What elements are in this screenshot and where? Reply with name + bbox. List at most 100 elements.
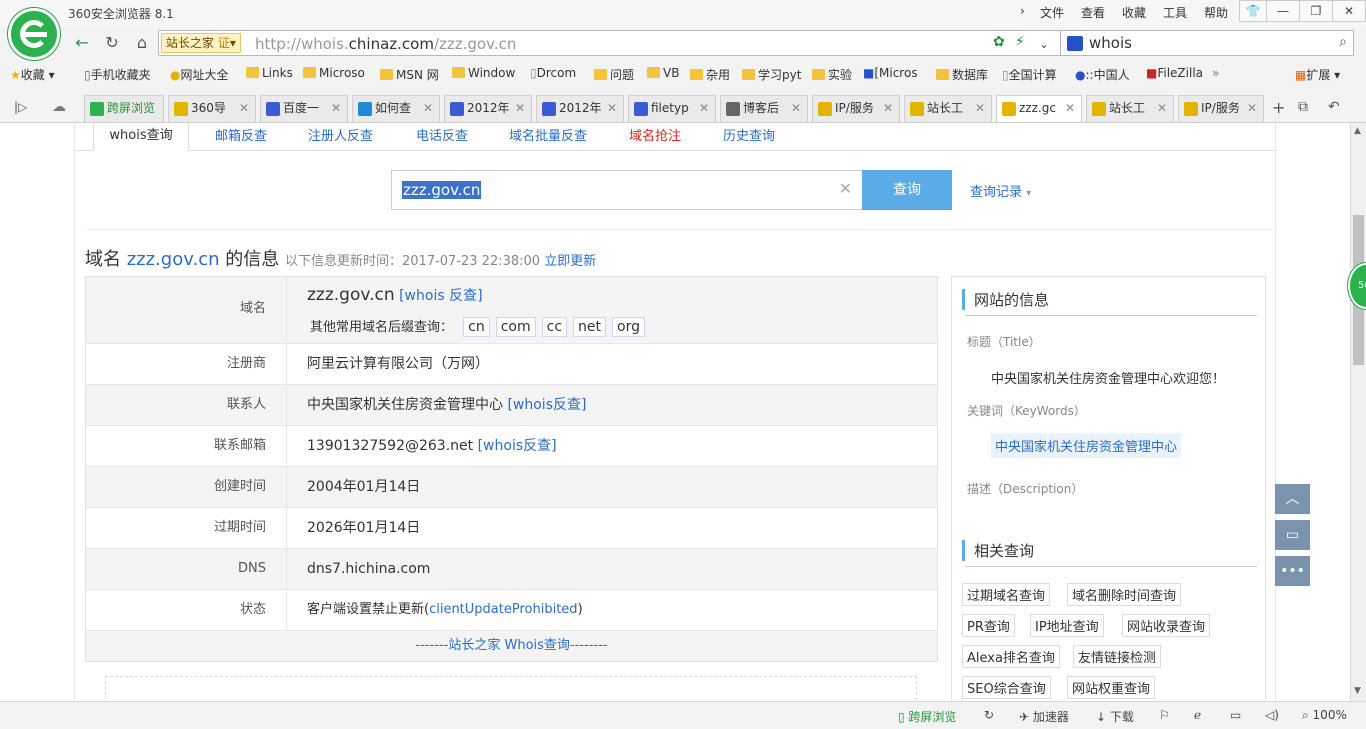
contact-reverse-link[interactable]: [whois反查] — [507, 397, 586, 413]
whois-reverse-link[interactable]: [whois 反查] — [399, 288, 482, 304]
close-icon[interactable]: ✕ — [883, 96, 893, 121]
tab[interactable]: 2012年 ✕ — [536, 95, 624, 122]
tab[interactable]: 博客后 ✕ — [720, 95, 808, 122]
search-input[interactable]: whois — [1089, 34, 1132, 52]
sidebar-toggle-icon[interactable]: |▷ — [14, 100, 27, 114]
more-favorites-icon[interactable]: » — [1212, 66, 1219, 80]
menu-file[interactable]: 文件 — [1040, 4, 1064, 21]
close-icon[interactable]: ✕ — [699, 96, 709, 121]
vertical-scrollbar[interactable]: ▲ ▼ — [1350, 123, 1366, 701]
domain-query-input[interactable]: zzz.gov.cn ✕ — [391, 170, 863, 210]
tab[interactable]: IP/服务 ✕ — [812, 95, 900, 122]
menu-arrow-icon[interactable]: › — [1020, 4, 1025, 18]
address-dropdown-icon[interactable]: ⌄ — [1032, 33, 1056, 55]
search-box[interactable]: whois ⌕ — [1060, 30, 1354, 56]
tab[interactable]: 360导 ✕ — [168, 95, 256, 122]
close-icon[interactable]: ✕ — [515, 96, 525, 121]
tab[interactable]: 站长工 ✕ — [904, 95, 992, 122]
fav-folder[interactable]: Window — [452, 66, 515, 80]
tab-history[interactable]: 历史查询 — [723, 125, 775, 144]
query-button[interactable]: 查询 — [862, 170, 952, 210]
related-link[interactable]: IP地址查询 — [1030, 614, 1104, 637]
refresh-status-icon[interactable]: ↻ — [984, 708, 994, 722]
fav-folder[interactable]: 实验 — [812, 66, 852, 83]
menu-help[interactable]: 帮助 — [1204, 4, 1228, 21]
tab[interactable]: IP/服务 ✕ — [1178, 95, 1264, 122]
keyword-tag[interactable]: 中央国家机关住房资金管理中心 — [991, 433, 1182, 458]
download-button[interactable]: ↓ 下载 — [1096, 708, 1134, 725]
menu-favorites[interactable]: 收藏 — [1122, 4, 1146, 21]
home-icon[interactable]: ⌂ — [130, 32, 154, 54]
related-link[interactable]: 网站收录查询 — [1122, 614, 1211, 637]
favorites-menu[interactable]: ★收藏 ▾ — [10, 66, 55, 83]
tab-registrant-reverse[interactable]: 注册人反查 — [308, 125, 373, 144]
site-badge[interactable]: 站长之家 证▾ — [161, 33, 241, 53]
suffix-org[interactable]: org — [612, 317, 645, 337]
close-icon[interactable]: ✕ — [1247, 96, 1257, 121]
close-icon[interactable]: ✕ — [791, 96, 801, 121]
clear-icon[interactable]: ✕ — [839, 179, 852, 198]
fav-folder[interactable]: 问题 — [594, 66, 634, 83]
suffix-cn[interactable]: cn — [463, 317, 490, 337]
accelerator-button[interactable]: ✈ 加速器 — [1019, 708, 1069, 725]
tab[interactable]: 百度一 ✕ — [260, 95, 348, 122]
feedback-icon[interactable]: ▭ — [1275, 520, 1310, 550]
tab-whois[interactable]: whois查询 — [93, 123, 189, 151]
fav-folder[interactable]: 学习pyt — [742, 66, 801, 83]
window-icon[interactable]: ▭ — [1230, 708, 1241, 722]
fav-folder[interactable]: 杂用 — [690, 66, 730, 83]
close-icon[interactable]: ✕ — [331, 96, 341, 121]
cross-screen-button[interactable]: ▯ 跨屏浏览 — [898, 708, 956, 725]
skin-icon[interactable]: 👕 — [1239, 0, 1267, 22]
close-icon[interactable]: ✕ — [607, 96, 617, 121]
close-icon[interactable]: ✕ — [1065, 96, 1075, 121]
address-bar[interactable]: 站长之家 证▾ http://whois.chinaz.com/zzz.gov.… — [158, 30, 1118, 56]
fav-filezilla[interactable]: ■FileZilla — [1146, 66, 1203, 80]
tab-cross-screen[interactable]: 跨屏浏览 — [84, 95, 164, 122]
fav-link[interactable]: ●::中国人 — [1075, 66, 1130, 83]
update-now-link[interactable]: 立即更新 — [544, 254, 596, 269]
tab-active[interactable]: zzz.gc ✕ — [996, 95, 1082, 122]
browser-logo-icon[interactable] — [8, 8, 60, 60]
fav-folder[interactable]: Microso — [303, 66, 365, 80]
minimize-button[interactable]: — — [1266, 0, 1300, 22]
fav-folder[interactable]: 数据库 — [936, 66, 988, 83]
fav-hao360[interactable]: ●网址大全 — [170, 66, 229, 83]
close-window-button[interactable]: ✕ — [1332, 0, 1366, 22]
related-link[interactable]: 网站权重查询 — [1067, 676, 1156, 699]
tab-phone-reverse[interactable]: 电话反查 — [416, 125, 468, 144]
status-code-link[interactable]: clientUpdateProhibited — [429, 602, 577, 617]
refresh-icon[interactable]: ↻ — [100, 32, 124, 54]
related-link[interactable]: Alexa排名查询 — [962, 645, 1060, 668]
suffix-net[interactable]: net — [573, 317, 607, 337]
fav-folder[interactable]: VB — [647, 66, 679, 80]
related-link[interactable]: 过期域名查询 — [962, 583, 1051, 606]
ie-icon[interactable]: ℯ — [1194, 708, 1201, 722]
fav-folder[interactable]: MSN 网 — [380, 66, 439, 83]
menu-view[interactable]: 查看 — [1081, 4, 1105, 21]
fav-mobile[interactable]: ▯手机收藏夹 — [84, 66, 151, 83]
close-icon[interactable]: ✕ — [239, 96, 249, 121]
tab-list-icon[interactable]: ⧉ — [1298, 99, 1308, 115]
sound-icon[interactable]: ◁) — [1265, 708, 1279, 722]
url-text[interactable]: http://whois.chinaz.com/zzz.gov.cn — [255, 35, 516, 53]
tab-email-reverse[interactable]: 邮箱反查 — [215, 125, 267, 144]
cloud-icon[interactable]: ☁ — [52, 99, 66, 115]
scroll-down-icon[interactable]: ▼ — [1354, 686, 1361, 696]
fav-page[interactable]: ▯Drcom — [530, 66, 576, 80]
tab-domain-snap[interactable]: 域名抢注 — [629, 125, 681, 144]
search-icon[interactable]: ⌕ — [1339, 34, 1347, 50]
zoom-control[interactable]: ⌕ 100% — [1302, 708, 1347, 723]
scroll-up-icon[interactable]: ▲ — [1354, 126, 1361, 136]
tab[interactable]: filetyp ✕ — [628, 95, 716, 122]
tab-batch-reverse[interactable]: 域名批量反查 — [509, 125, 587, 144]
more-icon[interactable]: ••• — [1275, 556, 1310, 586]
flag-icon[interactable]: ⚐ — [1159, 708, 1170, 722]
related-link[interactable]: 域名删除时间查询 — [1067, 583, 1182, 606]
tab[interactable]: 2012年 ✕ — [444, 95, 532, 122]
close-icon[interactable]: ✕ — [1157, 96, 1167, 121]
suffix-com[interactable]: com — [495, 317, 536, 337]
fav-folder[interactable]: Links — [246, 66, 293, 80]
suffix-cc[interactable]: cc — [541, 317, 568, 337]
related-link[interactable]: SEO综合查询 — [962, 676, 1051, 699]
